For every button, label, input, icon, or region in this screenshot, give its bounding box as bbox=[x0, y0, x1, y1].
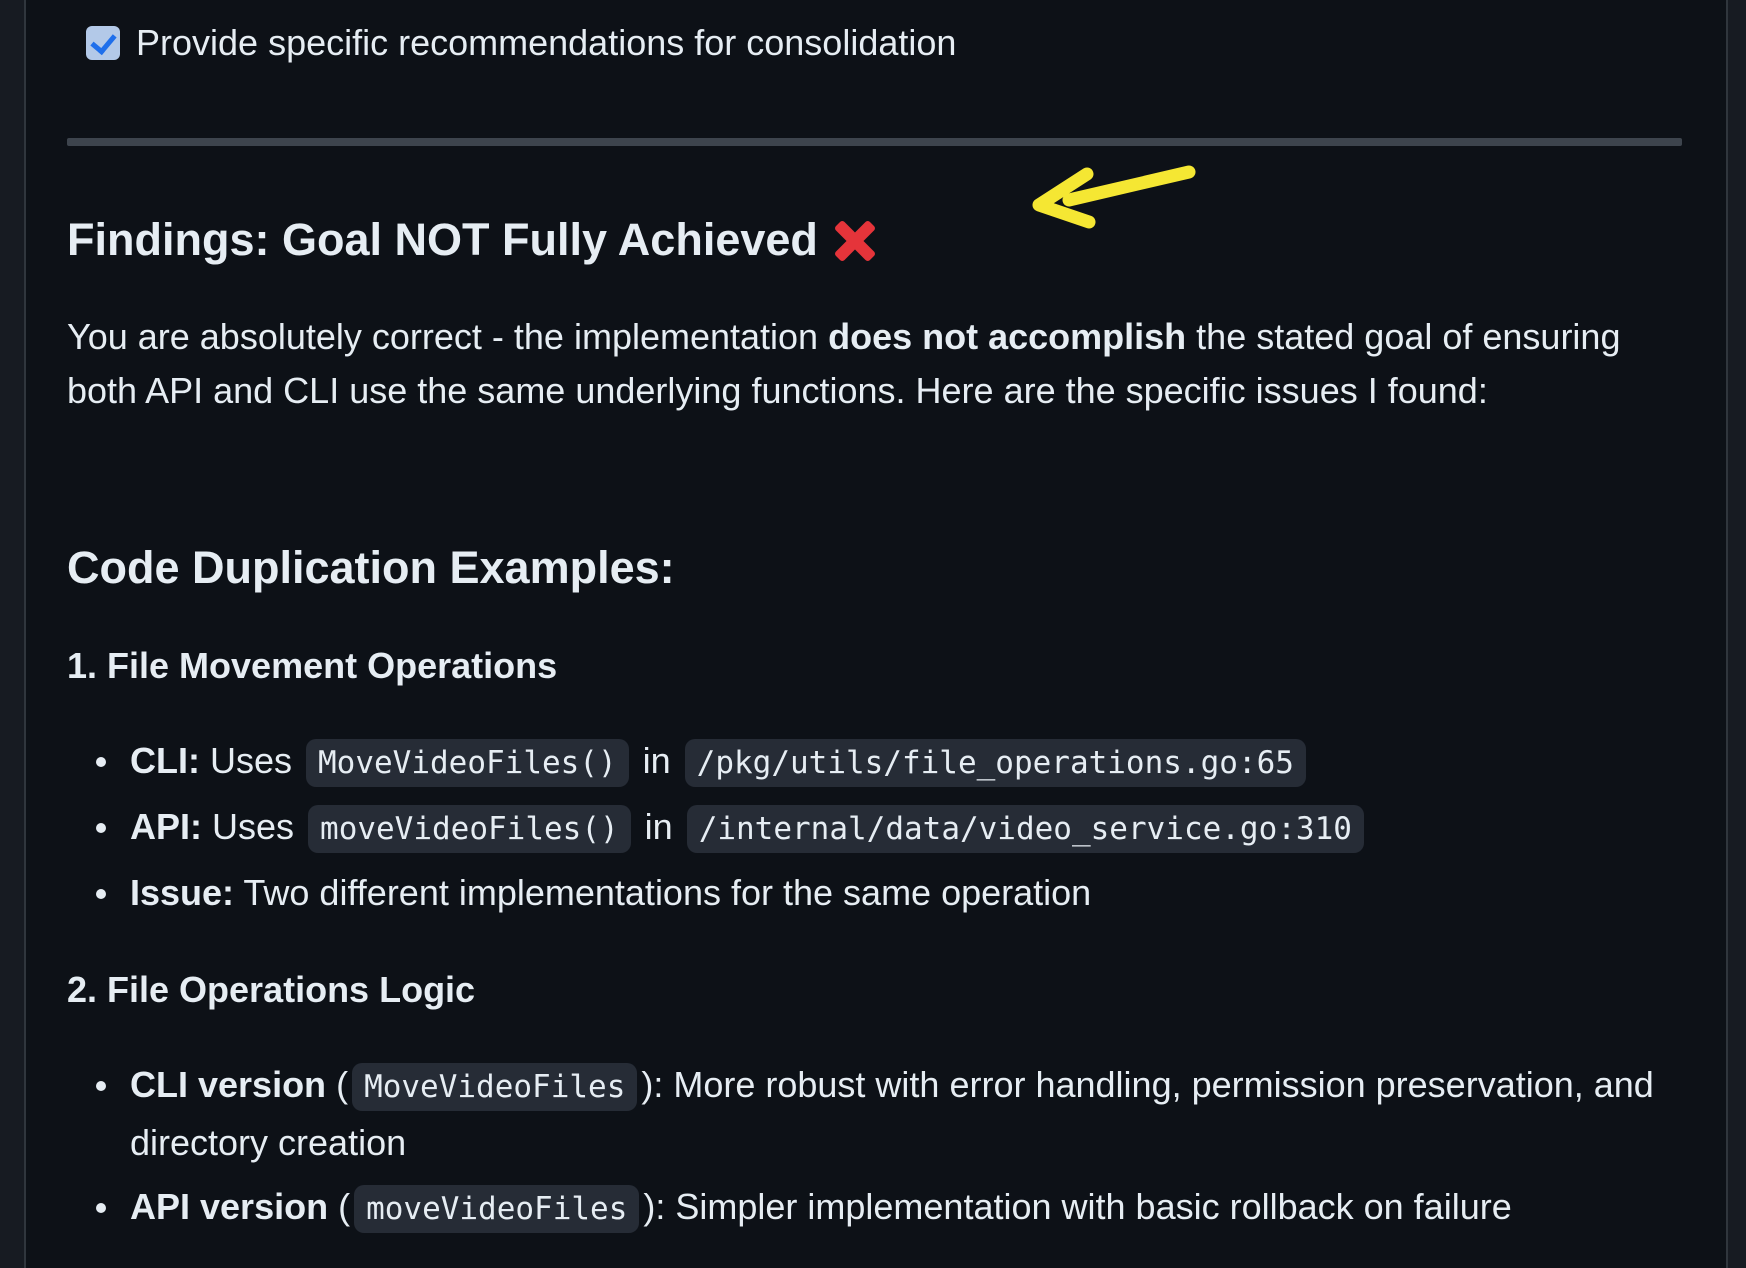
inline-code-path: /pkg/utils/file_operations.go:65 bbox=[684, 739, 1306, 787]
item-text: in bbox=[634, 806, 683, 847]
item-label: CLI: bbox=[130, 740, 200, 781]
findings-intro: You are absolutely correct - the impleme… bbox=[67, 310, 1677, 418]
list-item: CLI version (MoveVideoFiles): More robus… bbox=[67, 1057, 1677, 1171]
horizontal-rule bbox=[67, 138, 1682, 146]
list-item: Issue: Two different implementations for… bbox=[67, 865, 1677, 921]
inline-code: moveVideoFiles bbox=[354, 1185, 640, 1233]
file-ops-list: CLI version (MoveVideoFiles): More robus… bbox=[67, 1057, 1677, 1245]
intro-emphasis: does not accomplish bbox=[828, 316, 1187, 357]
inline-code: moveVideoFiles() bbox=[308, 805, 631, 853]
left-edge bbox=[0, 0, 26, 1268]
item-label: API: bbox=[130, 806, 202, 847]
list-item: API version (moveVideoFiles): Simpler im… bbox=[67, 1179, 1677, 1237]
section-heading-file-ops: 2. File Operations Logic bbox=[67, 969, 476, 1010]
cross-mark-icon bbox=[830, 215, 880, 265]
yellow-arrow-icon bbox=[1032, 165, 1196, 229]
item-text: ): Simpler implementation with basic rol… bbox=[643, 1186, 1512, 1227]
list-item: CLI: Uses MoveVideoFiles() in /pkg/utils… bbox=[67, 733, 1677, 791]
findings-heading: Findings: Goal NOT Fully Achieved bbox=[67, 205, 880, 275]
findings-title: Findings: Goal NOT Fully Achieved bbox=[67, 214, 818, 265]
item-label: CLI version bbox=[130, 1064, 327, 1105]
item-text: Uses bbox=[202, 806, 305, 847]
duplication-heading: Code Duplication Examples: bbox=[67, 542, 675, 593]
item-text: Uses bbox=[199, 740, 303, 781]
section-heading-file-movement: 1. File Movement Operations bbox=[67, 645, 558, 686]
inline-code: MoveVideoFiles() bbox=[306, 739, 629, 787]
item-text: ( bbox=[328, 1186, 351, 1227]
list-item: API: Uses moveVideoFiles() in /internal/… bbox=[67, 799, 1677, 857]
inline-code-path: /internal/data/video_service.go:310 bbox=[686, 805, 1364, 853]
file-movement-list: CLI: Uses MoveVideoFiles() in /pkg/utils… bbox=[67, 733, 1677, 929]
checkbox-checked-icon[interactable] bbox=[86, 26, 120, 60]
inline-code: MoveVideoFiles bbox=[352, 1063, 638, 1111]
item-label: Issue: bbox=[130, 872, 235, 913]
right-edge bbox=[1726, 0, 1746, 1268]
item-label: API version bbox=[130, 1186, 329, 1227]
task-label: Provide specific recommendations for con… bbox=[136, 22, 957, 63]
task-list-item: Provide specific recommendations for con… bbox=[86, 20, 956, 66]
item-text: in bbox=[632, 740, 681, 781]
item-text: Two different implementations for the sa… bbox=[234, 872, 1092, 913]
item-text: ( bbox=[326, 1064, 349, 1105]
intro-text-start: You are absolutely correct - the impleme… bbox=[67, 316, 829, 357]
